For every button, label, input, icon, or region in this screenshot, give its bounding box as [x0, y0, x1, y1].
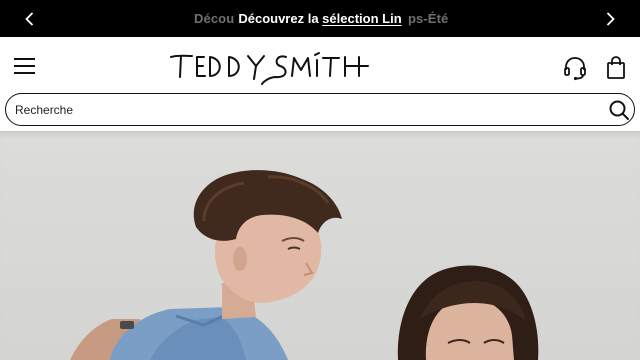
hero-model-woman	[397, 265, 539, 360]
announcement-prefix: Découvrez la	[238, 11, 323, 26]
announcement-prev-button[interactable]	[10, 0, 50, 37]
ghost-right-text: ps-Été	[408, 11, 449, 26]
chevron-right-icon	[606, 11, 615, 26]
search-bar	[5, 93, 635, 126]
announcement-bar: Décou ps-Été Découvrez la sélection Lin	[0, 0, 640, 37]
customer-service-button[interactable]	[562, 55, 588, 81]
chevron-left-icon	[25, 11, 34, 26]
announcement-link[interactable]: sélection Lin	[322, 11, 401, 26]
cart-button[interactable]	[603, 55, 629, 81]
announcement-next-button[interactable]	[590, 0, 630, 37]
site-header	[0, 37, 640, 93]
shopping-bag-icon	[607, 56, 625, 79]
hero-banner[interactable]	[0, 131, 640, 360]
announcement-ghost-text: Décou ps-Été	[194, 11, 448, 26]
headset-icon	[564, 57, 586, 81]
search-button[interactable]	[608, 99, 630, 121]
hamburger-line	[14, 65, 35, 67]
search-input[interactable]	[15, 97, 585, 122]
menu-button[interactable]	[12, 55, 38, 77]
search-icon	[609, 100, 629, 120]
ghost-left-text: Décou	[194, 11, 235, 26]
hero-model-man	[70, 170, 342, 360]
hero-photo	[70, 170, 539, 360]
hamburger-line	[14, 72, 35, 74]
teddy-smith-logo[interactable]	[170, 51, 374, 85]
hamburger-menu-icon	[14, 58, 35, 60]
announcement-message[interactable]: Découvrez la sélection Lin	[236, 11, 404, 26]
